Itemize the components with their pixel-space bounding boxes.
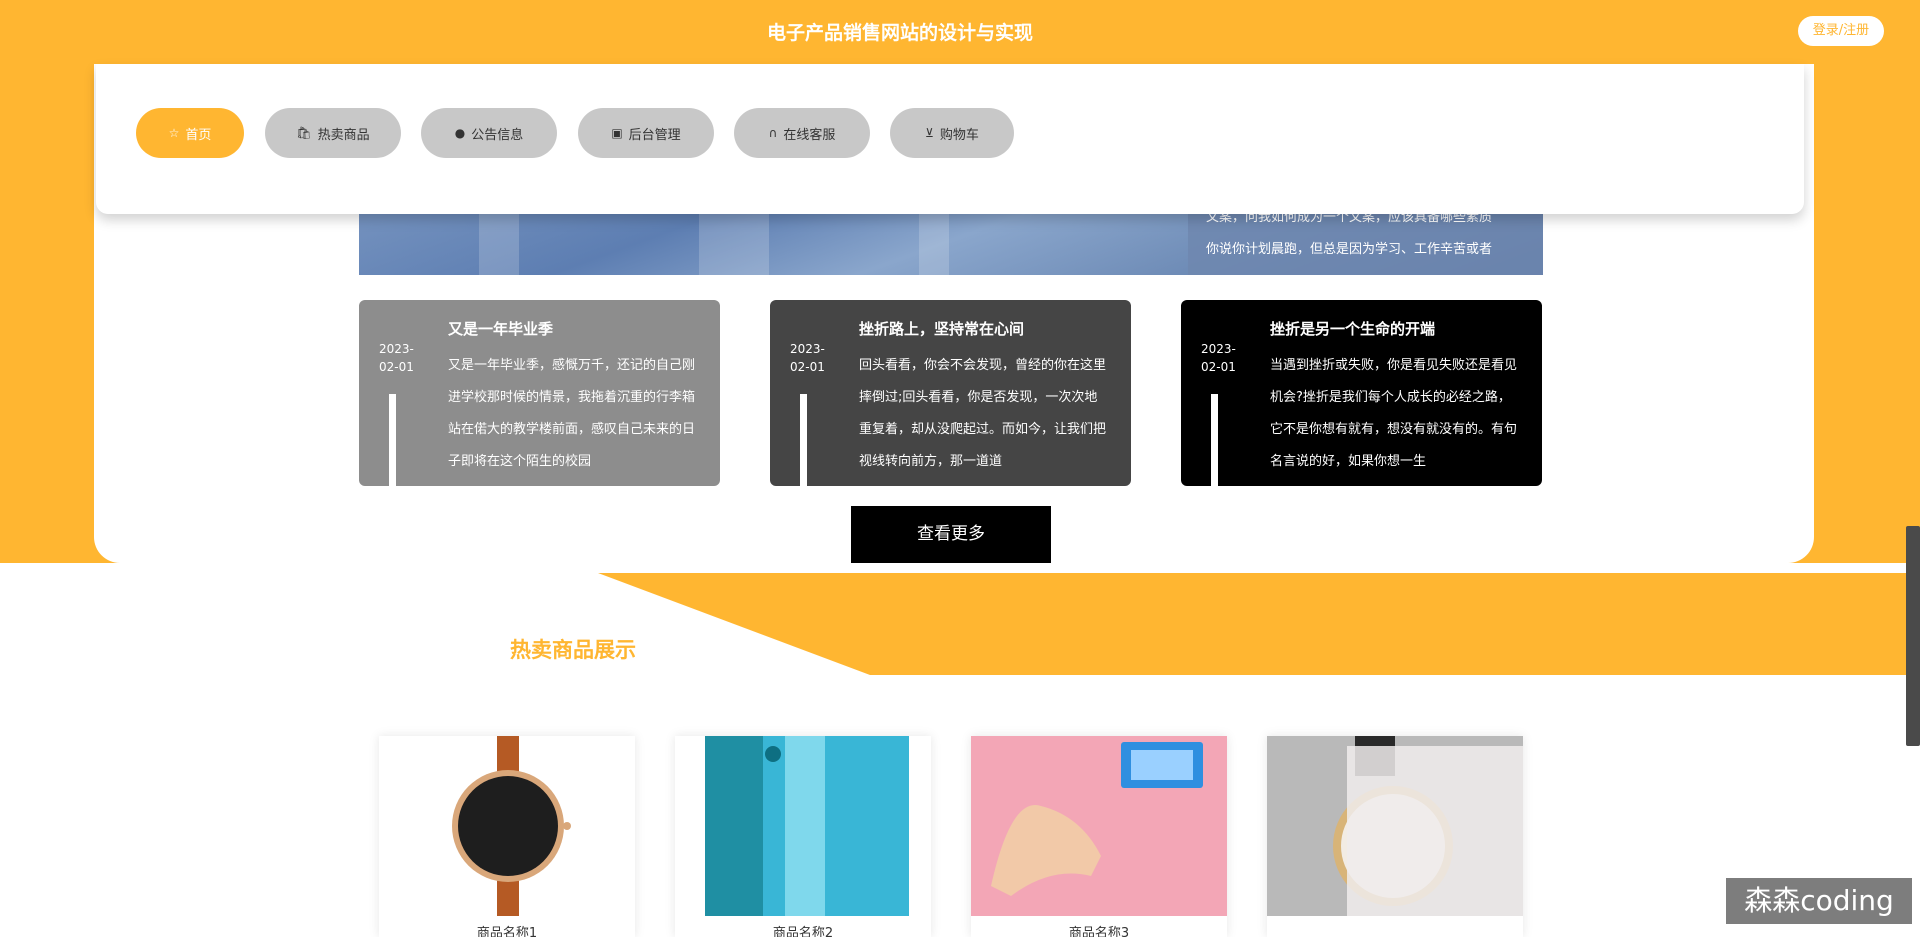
nav-item-label: 公告信息 (471, 127, 524, 143)
nav-item-hot-products[interactable]: 🛍 热卖商品 (265, 108, 401, 158)
briefcase-icon: ▣ (611, 126, 623, 140)
news-excerpt: 回头看看，你会不会发现，曾经的你在这里摔倒过;回头看看，你是否发现，一次次地重复… (859, 358, 1107, 469)
news-accent-bar (800, 394, 807, 486)
product-name: 商品名称1 (476, 926, 538, 937)
news-date: 2023- 02-01 (1201, 342, 1236, 374)
news-card[interactable]: 2023- 02-01 挫折是另一个生命的开端 当遇到挫折或失败，你是看见失败还是… (1181, 300, 1542, 486)
nav-item-label: 在线客服 (783, 127, 836, 143)
section-title: 热卖商品展示 (510, 638, 636, 662)
nav-item-label: 购物车 (939, 127, 979, 143)
nav-item-label: 后台管理 (628, 127, 681, 143)
news-accent-bar (1211, 394, 1218, 486)
page-scrollbar[interactable] (1906, 526, 1920, 746)
product-image (675, 736, 931, 916)
product-name: 商品名称3 (1068, 926, 1130, 937)
news-title: 挫折是另一个生命的开端 (1270, 320, 1436, 338)
news-date: 2023- 02-01 (379, 342, 414, 374)
main-nav: ☆ 首页 🛍 热卖商品 ● 公告信息 ▣ 后台管理 ∩ 在线客服 ⊻ 购物车 (96, 64, 1804, 214)
nav-item-announcements[interactable]: ● 公告信息 (421, 108, 557, 158)
headset-icon: ∩ (768, 126, 778, 140)
news-accent-bar (389, 394, 396, 486)
news-card[interactable]: 2023- 02-01 挫折路上，坚持常在心间 回头看看，你会不会发现，曾经的你在… (770, 300, 1131, 486)
news-title: 又是一年毕业季 (448, 320, 554, 338)
product-card[interactable]: 商品名称1 (379, 736, 635, 937)
product-image (1267, 736, 1523, 916)
product-name: 商品名称2 (772, 926, 834, 937)
login-register-button[interactable]: 登录/注册 (1798, 16, 1884, 46)
product-card[interactable]: 商品名称3 (971, 736, 1227, 937)
view-more-button[interactable]: 查看更多 (851, 506, 1051, 563)
news-card[interactable]: 2023- 02-01 又是一年毕业季 又是一年毕业季，感慨万千，还记的自己刚进学… (359, 300, 720, 486)
news-excerpt: 当遇到挫折或失败，你是看见失败还是看见机会?挫折是我们每个人成长的必经之路，它不… (1270, 358, 1518, 469)
nav-item-home[interactable]: ☆ 首页 (136, 108, 244, 158)
product-image (971, 736, 1227, 916)
cart-icon: ⊻ (925, 126, 934, 140)
nav-item-cart[interactable]: ⊻ 购物车 (890, 108, 1014, 158)
product-card[interactable] (1267, 736, 1523, 937)
nav-item-admin[interactable]: ▣ 后台管理 (578, 108, 714, 158)
bag-icon: 🛍 (296, 126, 312, 140)
news-title: 挫折路上，坚持常在心间 (859, 320, 1025, 338)
news-date: 2023- 02-01 (790, 342, 825, 374)
nav-item-online-service[interactable]: ∩ 在线客服 (734, 108, 870, 158)
nav-item-label: 热卖商品 (317, 127, 370, 143)
nav-item-label: 首页 (185, 127, 212, 143)
carousel-caption-line: 你说你计划晨跑，但总是因为学习、工作辛苦或者 (1206, 242, 1493, 257)
section-banner-shape (598, 573, 1920, 675)
product-image (379, 736, 635, 916)
product-card[interactable]: 商品名称2 (675, 736, 931, 937)
star-icon: ☆ (168, 126, 180, 140)
watermark: 森森coding (1726, 878, 1912, 924)
news-excerpt: 又是一年毕业季，感慨万千，还记的自己刚进学校那时候的情景，我拖着沉重的行李箱站在… (448, 358, 696, 469)
site-title: 电子产品销售网站的设计与实现 (766, 22, 1033, 44)
info-icon: ● (454, 126, 466, 140)
